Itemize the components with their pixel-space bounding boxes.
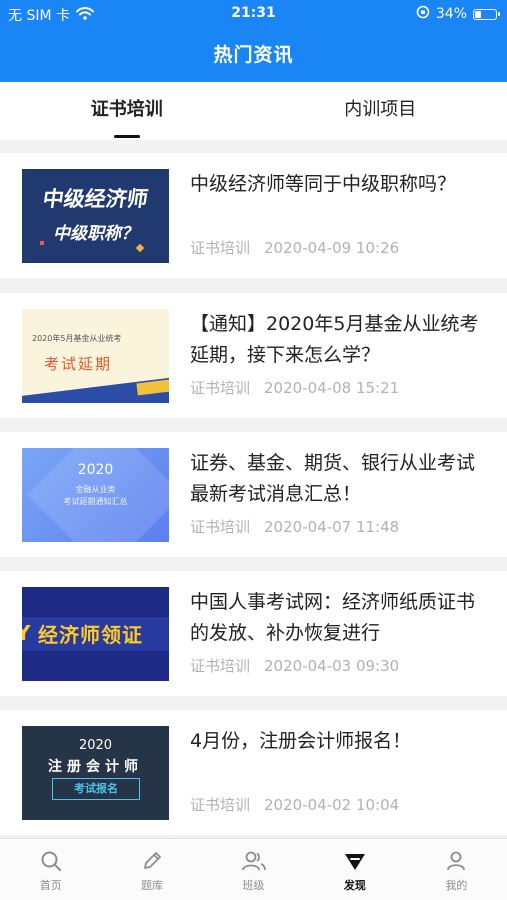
article-datetime: 2020-04-08 15:21 — [264, 379, 400, 397]
article-title: 中国人事考试网：经济师纸质证书的发放、补办恢复进行 — [190, 591, 476, 644]
article-datetime: 2020-04-09 10:26 — [264, 239, 400, 257]
article-title: 4月份，注册会计师报名！ — [190, 730, 412, 752]
article-datetime: 2020-04-03 09:30 — [264, 657, 400, 675]
bottom-tab-bar: 首页 题库 班级 发现 我的 — [0, 838, 507, 900]
tab-label: 证书培训 — [90, 99, 163, 120]
person-icon — [447, 851, 466, 871]
article-title: 证券、基金、期货、银行从业考试最新考试消息汇总！ — [190, 452, 476, 505]
battery-percent: 34% — [435, 6, 467, 22]
article-datetime: 2020-04-02 10:04 — [264, 796, 400, 814]
article-datetime: 2020-04-07 11:48 — [264, 518, 400, 536]
article-meta: 证书培训 2020-04-09 10:26 — [190, 237, 399, 258]
rotation-lock-icon — [416, 5, 430, 23]
article-item[interactable]: 2020年5月基金从业统考 考试延期 【通知】2020年5月基金从业统考延期，接… — [0, 293, 507, 418]
article-thumbnail: 中级经济师 中级职称？ — [22, 169, 169, 263]
article-category: 证书培训 — [190, 518, 251, 536]
article-item[interactable]: Y 经济师领证 中国人事考试网：经济师纸质证书的发放、补办恢复进行 证书培训 20… — [0, 571, 507, 696]
article-thumbnail: 2020年5月基金从业统考 考试延期 — [22, 309, 169, 403]
thumb-text: 中级职称？ — [53, 224, 138, 244]
tabbar-label: 班级 — [242, 879, 265, 892]
article-title: 中级经济师等同于中级职称吗？ — [190, 173, 457, 195]
thumb-text: 金融从业类 考试延期通知汇总 — [63, 485, 128, 506]
tabbar-label: 发现 — [343, 879, 366, 892]
tabbar-label: 我的 — [445, 879, 468, 892]
article-item[interactable]: 2020 注册会计师 考试报名 4月份，注册会计师报名！ 证书培训 2020-04… — [0, 710, 507, 835]
status-right: 34% — [416, 5, 500, 23]
article-meta: 证书培训 2020-04-07 11:48 — [190, 516, 399, 537]
tabbar-label: 首页 — [39, 879, 62, 892]
pencil-icon — [144, 852, 162, 869]
tab-internal-training[interactable]: 内训项目 — [254, 82, 507, 140]
thumb-text: 2020年5月基金从业统考 — [32, 334, 122, 343]
battery-fill — [475, 10, 481, 18]
tab-label: 内训项目 — [344, 99, 417, 120]
article-category: 证书培训 — [190, 379, 251, 397]
article-thumbnail: Y 经济师领证 — [22, 587, 169, 681]
tabbar-item-discover[interactable]: 发现 — [304, 839, 405, 900]
thumb-text: 2020 — [78, 738, 113, 753]
thumb-text: 2020 — [77, 462, 114, 478]
article-meta: 证书培训 2020-04-08 15:21 — [190, 377, 399, 398]
category-tabs: 证书培训 内训项目 — [0, 82, 507, 140]
users-icon — [241, 851, 266, 871]
article-thumbnail: 2020 注册会计师 考试报名 — [22, 726, 169, 820]
tabbar-item-question-bank[interactable]: 题库 — [101, 839, 202, 900]
article-category: 证书培训 — [190, 796, 251, 814]
tab-certificate-training[interactable]: 证书培训 — [0, 82, 254, 140]
article-meta: 证书培训 2020-04-03 09:30 — [190, 655, 399, 676]
thumb-text: Y — [22, 621, 31, 645]
search-icon — [41, 851, 61, 871]
tabbar-item-home[interactable]: 首页 — [0, 839, 101, 900]
article-thumbnail: 2020 金融从业类 考试延期通知汇总 — [22, 448, 169, 542]
tabbar-item-class[interactable]: 班级 — [203, 839, 304, 900]
discover-icon — [344, 854, 365, 870]
thumb-text: 注册会计师 — [48, 759, 143, 775]
tabbar-label: 题库 — [141, 879, 164, 892]
status-bar: 无 SIM 卡 21:31 34% — [0, 0, 507, 28]
thumb-text: 考试报名 — [74, 782, 118, 795]
thumb-text: 中级经济师 — [41, 187, 150, 211]
page-title: 热门资讯 — [213, 44, 294, 66]
tab-active-indicator — [113, 135, 140, 138]
thumb-decoration — [135, 243, 145, 253]
thumb-text: 经济师领证 — [38, 623, 143, 647]
article-item[interactable]: 2020 金融从业类 考试延期通知汇总 证券、基金、期货、银行从业考试最新考试消… — [0, 432, 507, 557]
article-category: 证书培训 — [190, 239, 251, 257]
battery-icon — [473, 8, 500, 20]
article-title: 【通知】2020年5月基金从业统考延期，接下来怎么学？ — [190, 313, 479, 366]
article-meta: 证书培训 2020-04-02 10:04 — [190, 794, 399, 815]
top-bar: 无 SIM 卡 21:31 34% 热门资讯 — [0, 0, 507, 82]
thumb-text: 考试延期 — [44, 355, 113, 373]
article-category: 证书培训 — [190, 657, 251, 675]
article-item[interactable]: 中级经济师 中级职称？ 中级经济师等同于中级职称吗？ 证书培训 2020-04-0… — [0, 153, 507, 278]
tabbar-item-me[interactable]: 我的 — [406, 839, 507, 900]
thumb-decoration — [40, 241, 44, 245]
